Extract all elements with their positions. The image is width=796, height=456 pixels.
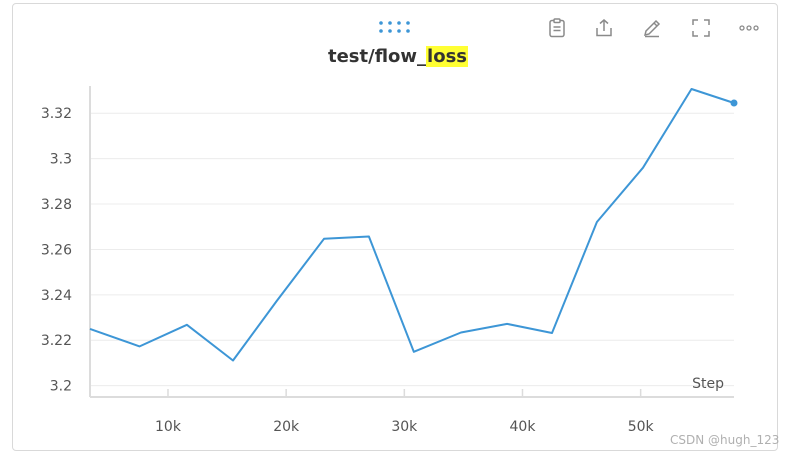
- y-tick-label: 3.2: [50, 379, 72, 395]
- watermark: CSDN @hugh_123: [670, 433, 780, 447]
- x-tick-label: 40k: [510, 419, 537, 435]
- x-tick-label: 10k: [155, 419, 182, 435]
- line-chart: 3.2 3.22 3.24 3.26 3.28 3.3 3.32 10k 20k 30k 40k 50…: [41, 86, 738, 435]
- y-tick-label: 3.26: [41, 242, 72, 258]
- y-tick-label: 3.24: [41, 288, 72, 304]
- y-tick-label: 3.3: [50, 152, 72, 168]
- x-tick-label: 30k: [391, 419, 418, 435]
- series-line: [89, 88, 735, 362]
- x-axis-title: Step: [692, 376, 724, 392]
- y-tick-label: 3.32: [41, 106, 72, 122]
- x-tick-label: 50k: [628, 419, 655, 435]
- x-tick-label: 20k: [273, 419, 300, 435]
- y-tick-label: 3.22: [41, 333, 72, 349]
- series-end-point: [730, 99, 738, 107]
- y-tick-label: 3.28: [41, 197, 72, 213]
